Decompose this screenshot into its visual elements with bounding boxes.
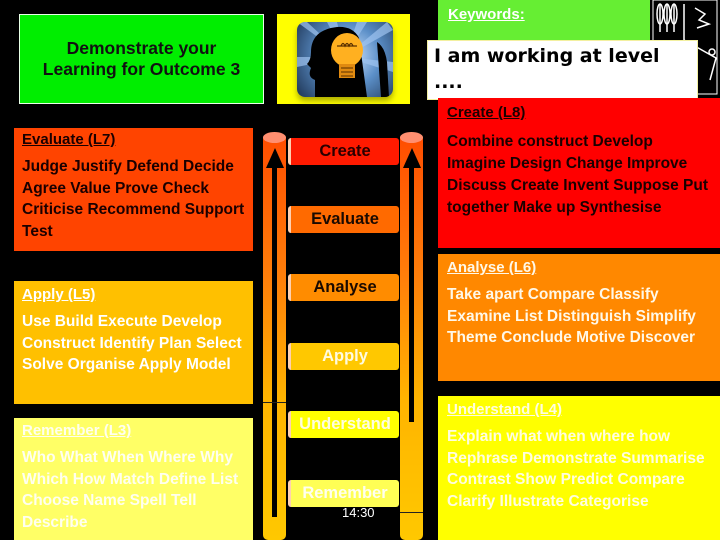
create-heading: Create (L8) — [447, 104, 526, 121]
analyse-keywords: Take apart Compare Classify Examine List… — [447, 286, 696, 346]
understand-level-box: Understand (L4) Explain what when where … — [438, 396, 720, 540]
keywords-label: Keywords: — [448, 6, 525, 23]
icon-panel — [277, 14, 410, 104]
ladder-rung-evaluate: Evaluate — [288, 206, 399, 233]
analyse-level-box: Analyse (L6) Take apart Compare Classify… — [438, 254, 720, 381]
create-keywords: Combine construct Develop Imagine Design… — [447, 133, 708, 216]
title-line-1: Demonstrate your — [66, 38, 217, 58]
rung-label: Evaluate — [311, 210, 379, 228]
rail-cap — [400, 132, 423, 143]
rail-cap — [263, 132, 286, 143]
rung-label: Remember — [302, 484, 388, 502]
clock-time: 14:30 — [342, 505, 375, 520]
evaluate-heading: Evaluate (L7) — [22, 131, 116, 148]
ladder-rung-remember: Remember — [288, 480, 399, 507]
rail-seam — [263, 402, 286, 403]
ladder-rung-understand: Understand — [288, 411, 399, 438]
understand-keywords: Explain what when where how Rephrase Dem… — [447, 428, 705, 510]
rung-label: Apply — [322, 347, 368, 365]
level-statement-callout: I am working at level .... because .....… — [427, 40, 698, 119]
ladder-rung-analyse: Analyse — [288, 274, 399, 301]
rung-label: Analyse — [313, 278, 377, 296]
rail-seam — [400, 512, 423, 513]
callout-line-1: I am working at level .... — [434, 45, 660, 93]
analyse-heading: Analyse (L6) — [447, 259, 537, 276]
up-arrow-icon — [266, 148, 284, 168]
remember-heading: Remember (L3) — [22, 422, 132, 439]
page-title-box: Demonstrate your Learning for Outcome 3 — [19, 14, 264, 104]
evaluate-level-box: Evaluate (L7) Judge Justify Defend Decid… — [14, 128, 253, 251]
apply-keywords: Use Build Execute Develop Construct Iden… — [22, 313, 242, 373]
up-arrow-icon — [403, 148, 421, 168]
apply-heading: Apply (L5) — [22, 286, 96, 303]
evaluate-keywords: Judge Justify Defend Decide Agree Value … — [22, 158, 245, 240]
ladder-left-rail — [263, 132, 286, 540]
ladder-right-rail — [400, 132, 423, 540]
remember-keywords: Who What When Where Why Which How Match … — [22, 449, 239, 531]
understand-heading: Understand (L4) — [447, 401, 563, 418]
title-line-2: Learning for Outcome 3 — [42, 59, 241, 79]
apply-level-box: Apply (L5) Use Build Execute Develop Con… — [14, 281, 253, 404]
remember-level-box: Remember (L3) Who What When Where Why Wh… — [14, 418, 253, 540]
keywords-panel: Keywords: — [438, 0, 650, 44]
arrow-shaft — [272, 167, 277, 517]
page-title: Demonstrate your Learning for Outcome 3 — [43, 38, 240, 80]
create-level-box: Create (L8) Combine construct Develop Im… — [438, 98, 720, 248]
ladder-rung-apply: Apply — [288, 343, 399, 370]
rung-label: Create — [319, 142, 371, 160]
rung-label: Understand — [299, 415, 391, 433]
ladder-rung-create: Create — [288, 138, 399, 165]
lightbulb-head-icon — [297, 22, 393, 97]
arrow-shaft — [409, 167, 414, 422]
